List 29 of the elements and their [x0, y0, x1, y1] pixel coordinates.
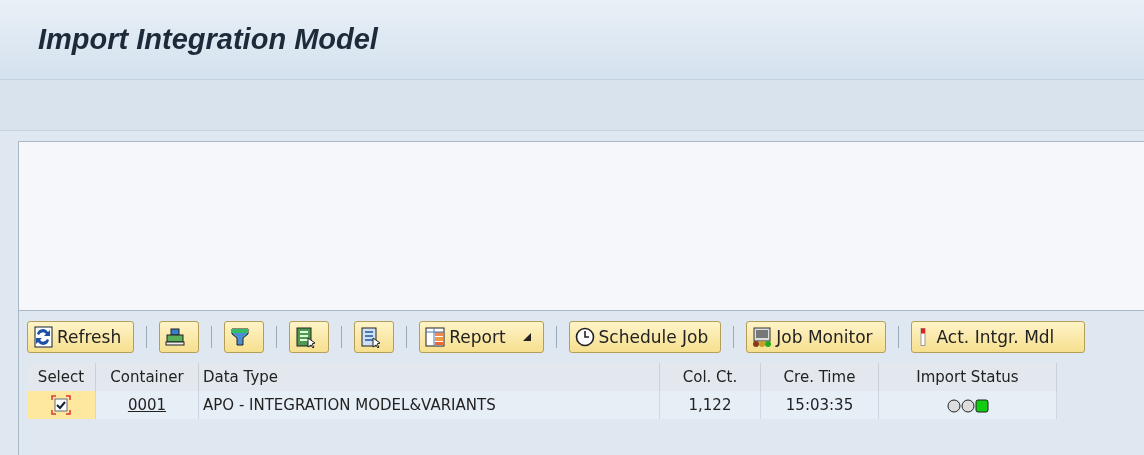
- table-cell: APO - INTEGRATION MODEL&VARIANTS: [203, 396, 496, 414]
- layout-icon: [359, 326, 382, 348]
- column-header[interactable]: Cre. Time: [761, 363, 879, 391]
- column-header[interactable]: Container: [96, 363, 199, 391]
- clock-icon: [573, 326, 596, 348]
- icon-toolbar-button[interactable]: [159, 321, 200, 353]
- light-indicator-icon: [919, 327, 926, 347]
- column-header[interactable]: Data Type: [199, 363, 660, 391]
- column-header[interactable]: Import Status: [879, 363, 1057, 391]
- report-icon: [424, 326, 447, 348]
- toolbar-button[interactable]: Act. Intgr. Mdl: [910, 321, 1086, 353]
- column-header[interactable]: Select: [27, 363, 96, 391]
- icon-toolbar-button[interactable]: [224, 321, 265, 353]
- toolbar-button[interactable]: Report: [419, 321, 544, 353]
- table-cell: 15:03:35: [785, 396, 854, 414]
- table-cell: 1,122: [688, 396, 732, 414]
- column-header[interactable]: Col. Ct.: [660, 363, 761, 391]
- checkbox[interactable]: [51, 395, 71, 415]
- icon-toolbar-button[interactable]: [354, 321, 395, 353]
- printer-icon: [164, 326, 187, 348]
- toolbar-button[interactable]: Job Monitor: [746, 321, 886, 353]
- window-title: Import Integration Model: [38, 23, 378, 56]
- filter-icon: [229, 326, 252, 348]
- monitor-icon: [751, 326, 774, 348]
- spreadsheet-icon: [294, 326, 317, 348]
- toolbar-button[interactable]: Refresh: [27, 321, 135, 353]
- icon-toolbar-button[interactable]: [289, 321, 330, 353]
- toolbar-button[interactable]: Schedule Job: [568, 321, 722, 353]
- refresh-icon: [32, 326, 54, 348]
